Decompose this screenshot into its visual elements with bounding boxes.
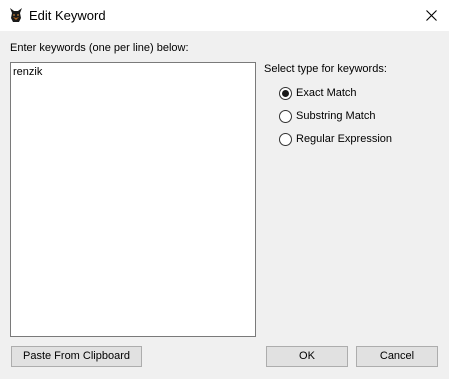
close-icon bbox=[426, 10, 437, 21]
window-title: Edit Keyword bbox=[29, 8, 106, 23]
cancel-button[interactable]: Cancel bbox=[356, 346, 438, 367]
regular-expression-label: Regular Expression bbox=[296, 133, 392, 145]
paste-from-clipboard-button[interactable]: Paste From Clipboard bbox=[11, 346, 142, 367]
substring-match-label: Substring Match bbox=[296, 110, 376, 122]
radio-circle bbox=[279, 86, 292, 100]
radio-selected-dot bbox=[282, 89, 289, 97]
exact-match-radio[interactable]: Exact Match bbox=[279, 85, 357, 101]
ok-button[interactable]: OK bbox=[266, 346, 348, 367]
match-type-label: Select type for keywords: bbox=[264, 63, 387, 75]
radio-circle bbox=[279, 109, 292, 123]
keywords-prompt-label: Enter keywords (one per line) below: bbox=[10, 42, 189, 54]
close-button[interactable] bbox=[413, 0, 449, 31]
title-bar: Edit Keyword bbox=[0, 0, 449, 31]
edit-keyword-dialog: Edit Keyword Enter keywords (one per lin… bbox=[0, 0, 449, 379]
radio-circle bbox=[279, 132, 292, 146]
keywords-textarea[interactable] bbox=[10, 62, 256, 337]
exact-match-label: Exact Match bbox=[296, 87, 357, 99]
doberman-icon bbox=[8, 7, 24, 23]
regular-expression-radio[interactable]: Regular Expression bbox=[279, 131, 392, 147]
substring-match-radio[interactable]: Substring Match bbox=[279, 108, 375, 124]
